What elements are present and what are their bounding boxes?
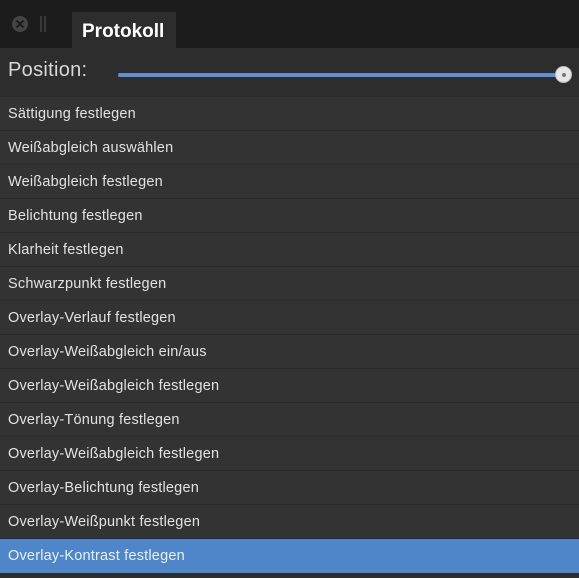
- history-list: Sättigung festlegen Weißabgleich auswähle…: [0, 97, 579, 573]
- history-item[interactable]: Overlay-Weißabgleich ein/aus: [0, 335, 579, 369]
- history-panel: Protokoll Position: Sättigung festlegen W…: [0, 0, 579, 578]
- position-slider-thumb[interactable]: [555, 66, 572, 83]
- history-item[interactable]: Klarheit festlegen: [0, 233, 579, 267]
- position-label: Position:: [8, 59, 88, 81]
- history-item[interactable]: Belichtung festlegen: [0, 199, 579, 233]
- history-item[interactable]: Overlay-Weißpunkt festlegen: [0, 505, 579, 539]
- close-icon[interactable]: [12, 16, 28, 32]
- history-item[interactable]: Schwarzpunkt festlegen: [0, 267, 579, 301]
- position-row: Position:: [0, 56, 579, 92]
- history-item[interactable]: Weißabgleich festlegen: [0, 165, 579, 199]
- history-item[interactable]: Weißabgleich auswählen: [0, 131, 579, 165]
- history-item[interactable]: Overlay-Weißabgleich festlegen: [0, 437, 579, 471]
- history-item-selected[interactable]: Overlay-Kontrast festlegen: [0, 539, 579, 573]
- history-item[interactable]: Overlay-Belichtung festlegen: [0, 471, 579, 505]
- drag-handle-icon[interactable]: [40, 16, 46, 32]
- panel-tab-bar: Protokoll: [0, 0, 579, 48]
- position-slider-fill: [118, 73, 563, 77]
- position-slider[interactable]: [118, 66, 572, 83]
- history-item[interactable]: Overlay-Tönung festlegen: [0, 403, 579, 437]
- tab-protokoll[interactable]: Protokoll: [72, 12, 177, 48]
- history-item[interactable]: Overlay-Weißabgleich festlegen: [0, 369, 579, 403]
- history-item[interactable]: Sättigung festlegen: [0, 97, 579, 131]
- history-item[interactable]: Overlay-Verlauf festlegen: [0, 301, 579, 335]
